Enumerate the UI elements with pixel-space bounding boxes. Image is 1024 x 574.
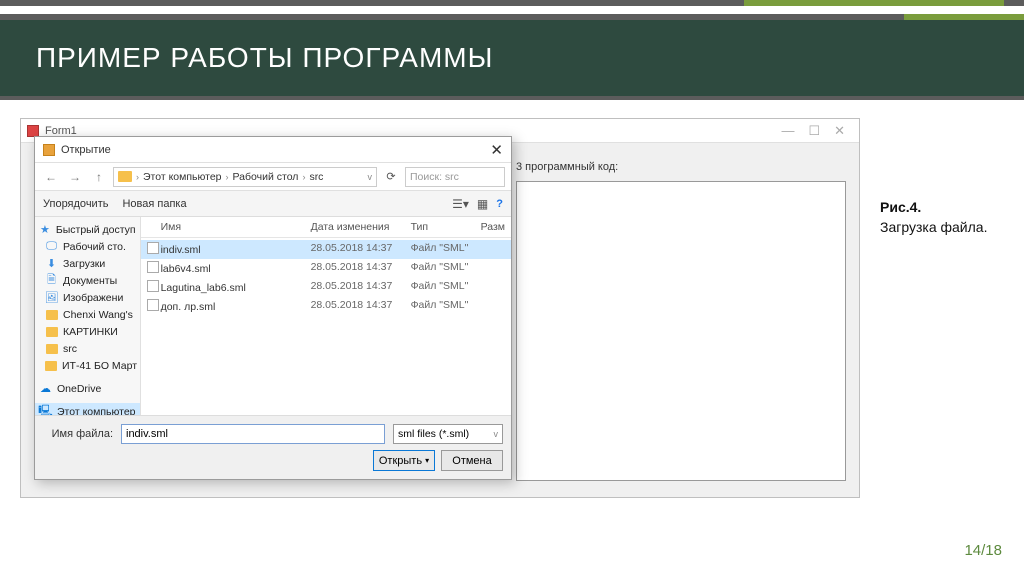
newfolder-button[interactable]: Новая папка [122, 198, 186, 210]
file-icon [147, 299, 159, 311]
col-date[interactable]: Дата изменения [311, 221, 411, 233]
file-list-header: Имя Дата изменения Тип Разм [141, 217, 511, 238]
breadcrumb[interactable]: › Этот компьютер › Рабочий стол › src v [113, 167, 377, 187]
details-icon[interactable]: ▦ [477, 197, 488, 211]
sidebar-src[interactable]: src [35, 340, 140, 357]
slide-title: ПРИМЕР РАБОТЫ ПРОГРАММЫ [0, 20, 1024, 100]
filename-input[interactable] [121, 424, 385, 444]
page-number: 14/18 [964, 542, 1002, 559]
filetype-filter[interactable]: sml files (*.sml)v [393, 424, 503, 444]
sidebar-quick-access[interactable]: ★Быстрый доступ [35, 221, 140, 238]
dialog-icon [43, 144, 55, 156]
file-row[interactable]: indiv.sml 28.05.2018 14:37 Файл "SML" [141, 240, 511, 259]
app-icon [27, 125, 39, 137]
open-file-dialog: Открытие ✕ ← → ↑ › Этот компьютер › Рабо… [34, 136, 512, 480]
minimize-icon[interactable]: — [781, 123, 794, 139]
dialog-close-icon[interactable]: ✕ [490, 141, 503, 159]
sidebar-desktop[interactable]: 🖵Рабочий сто. [35, 238, 140, 255]
close-icon[interactable]: ✕ [834, 123, 845, 139]
col-size[interactable]: Разм [481, 221, 505, 233]
organize-button[interactable]: Упорядочить [43, 198, 108, 210]
folder-icon [118, 171, 132, 182]
file-icon [147, 280, 159, 292]
sidebar-kaptuhku[interactable]: КАРТИНКИ [35, 323, 140, 340]
help-icon[interactable]: ? [496, 198, 503, 210]
nav-back-icon[interactable]: ← [41, 167, 61, 187]
col-name[interactable]: Имя [161, 221, 311, 233]
view-icon[interactable]: ☰▾ [452, 197, 469, 211]
sidebar-images[interactable]: 🖼Изображени [35, 289, 140, 306]
sidebar-downloads[interactable]: ⬇Загрузки [35, 255, 140, 272]
refresh-icon[interactable]: ⟳ [381, 170, 401, 183]
figure-caption: Рис.4. Загрузка файла. [880, 198, 987, 237]
sidebar-onedrive[interactable]: ☁OneDrive [35, 380, 140, 397]
nav-forward-icon[interactable]: → [65, 167, 85, 187]
breadcrumb-p1[interactable]: Рабочий стол [233, 171, 299, 183]
filename-label: Имя файла: [43, 428, 113, 440]
file-icon [147, 261, 159, 273]
navigation-sidebar: ★Быстрый доступ 🖵Рабочий сто. ⬇Загрузки … [35, 217, 141, 415]
sidebar-it41[interactable]: ИТ-41 БО Март [35, 357, 140, 374]
dialog-title: Открытие [61, 144, 111, 156]
sidebar-documents[interactable]: 🗎Документы [35, 272, 140, 289]
cancel-button[interactable]: Отмена [441, 450, 503, 471]
code-label: 3 программный код: [516, 161, 618, 173]
file-list: indiv.sml 28.05.2018 14:37 Файл "SML" la… [141, 238, 511, 415]
file-icon [147, 242, 159, 254]
decorative-stripe-2 [0, 14, 1024, 20]
sidebar-chenxi[interactable]: Chenxi Wang's [35, 306, 140, 323]
maximize-icon[interactable]: ☐ [808, 123, 820, 139]
search-placeholder: Поиск: src [410, 171, 459, 183]
decorative-stripe [0, 0, 1024, 6]
nav-up-icon[interactable]: ↑ [89, 167, 109, 187]
breadcrumb-p2[interactable]: src [309, 171, 323, 183]
open-button[interactable]: Открыть ▾ [373, 450, 435, 471]
file-row[interactable]: Lagutina_lab6.sml 28.05.2018 14:37 Файл … [141, 278, 511, 297]
search-input[interactable]: Поиск: src [405, 167, 505, 187]
file-row[interactable]: lab6v4.sml 28.05.2018 14:37 Файл "SML" [141, 259, 511, 278]
file-row[interactable]: доп. лр.sml 28.05.2018 14:37 Файл "SML" [141, 297, 511, 316]
breadcrumb-root[interactable]: Этот компьютер [143, 171, 222, 183]
form1-title: Form1 [45, 125, 77, 137]
col-type[interactable]: Тип [411, 221, 481, 233]
breadcrumb-dropdown-icon[interactable]: v [368, 172, 373, 182]
sidebar-thispc[interactable]: 🖳Этот компьютер [35, 403, 140, 415]
code-textarea[interactable] [516, 181, 846, 481]
